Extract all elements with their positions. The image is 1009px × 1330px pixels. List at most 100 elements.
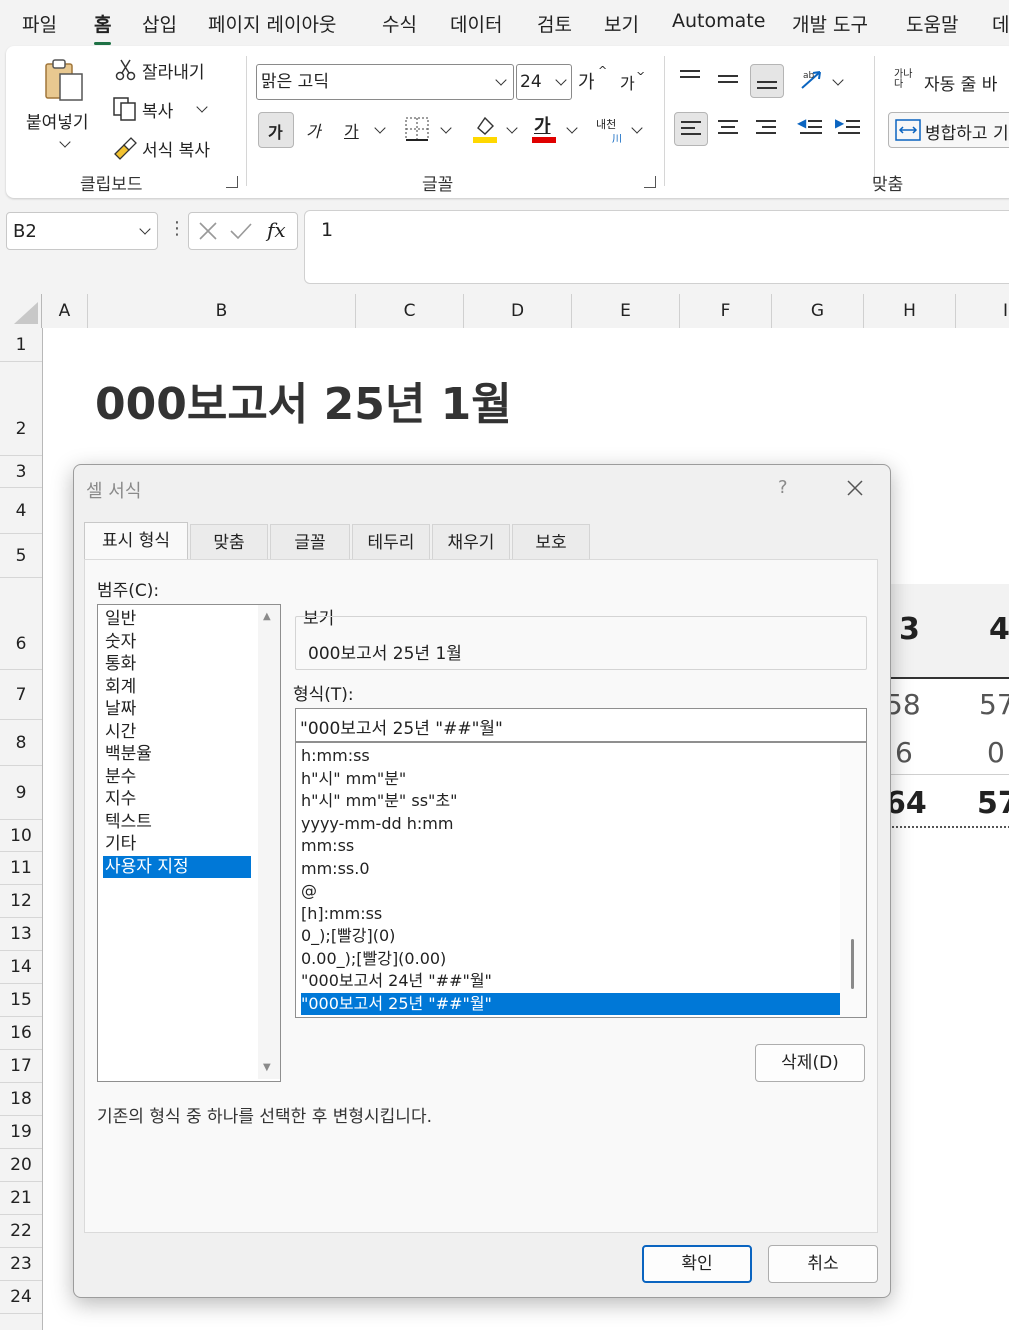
decrease-indent-button[interactable]: ◀ (794, 112, 826, 144)
format-item[interactable]: h:mm:ss (301, 745, 841, 768)
row-header[interactable]: 13 (0, 918, 42, 951)
row-header[interactable]: 2 (0, 362, 42, 456)
format-item[interactable]: h"시" mm"분" ss"초" (301, 790, 841, 813)
font-color-button[interactable]: 가 (532, 112, 558, 144)
category-custom[interactable]: 사용자 지정 (103, 855, 251, 878)
cell-h8[interactable]: 6 (895, 736, 913, 769)
row-header[interactable]: 9 (0, 766, 42, 820)
tab-file[interactable]: 파일 (22, 10, 57, 37)
insert-function-icon[interactable]: fx (267, 218, 286, 242)
fill-color-dropdown-icon[interactable] (506, 122, 518, 134)
format-item[interactable]: "000보고서 24년 "##"월" (301, 970, 841, 993)
column-header-g[interactable]: G (772, 294, 864, 328)
column-header-i[interactable]: I (956, 294, 1009, 328)
tab-formulas[interactable]: 수식 (382, 10, 417, 37)
column-header-f[interactable]: F (680, 294, 772, 328)
format-item[interactable]: yyyy-mm-dd h:mm (301, 813, 841, 836)
cell-h9[interactable]: 64 (885, 786, 927, 821)
row-header[interactable]: 21 (0, 1182, 42, 1215)
format-painter-icon[interactable] (112, 134, 138, 160)
category-general[interactable]: 일반 (103, 608, 251, 631)
wrap-text-button[interactable]: 자동 줄 바 (924, 70, 997, 95)
font-color-dropdown-icon[interactable] (566, 122, 578, 134)
help-button[interactable]: ? (778, 477, 788, 498)
category-accounting[interactable]: 회계 (103, 676, 251, 699)
row-header[interactable]: 20 (0, 1149, 42, 1182)
align-left-button[interactable] (674, 112, 708, 146)
cell-i6[interactable]: 4 (989, 612, 1009, 647)
underline-dropdown-icon[interactable] (374, 122, 386, 134)
font-size-select[interactable]: 24 (516, 64, 572, 100)
row-header[interactable]: 8 (0, 720, 42, 766)
cancel-entry-icon[interactable] (197, 220, 219, 242)
category-currency[interactable]: 통화 (103, 653, 251, 676)
tab-review[interactable]: 검토 (537, 10, 572, 37)
close-icon[interactable] (846, 479, 864, 497)
row-header[interactable]: 15 (0, 984, 42, 1017)
row-header[interactable]: 23 (0, 1248, 42, 1281)
row-header[interactable]: 12 (0, 885, 42, 918)
category-text[interactable]: 텍스트 (103, 811, 251, 834)
type-input[interactable]: "000보고서 25년 "##"월" (295, 708, 867, 742)
format-scrollbar[interactable] (840, 743, 866, 1017)
underline-button[interactable]: 가 (344, 118, 359, 142)
format-item[interactable]: 0.00_);[빨강](0.00) (301, 948, 841, 971)
category-time[interactable]: 시간 (103, 721, 251, 744)
paste-icon[interactable] (40, 56, 90, 106)
tab-font[interactable]: 글꼴 (270, 524, 350, 560)
tab-border[interactable]: 테두리 (352, 524, 430, 560)
row-header[interactable]: 6 (0, 578, 42, 670)
delete-button[interactable]: 삭제(D) (755, 1044, 865, 1082)
tab-alignment[interactable]: 맞춤 (190, 524, 268, 560)
row-header[interactable]: 4 (0, 488, 42, 534)
merge-center-button[interactable]: 병합하고 기 (888, 112, 1009, 148)
phonetic-dropdown-icon[interactable] (631, 122, 643, 134)
tab-protection[interactable]: 보호 (512, 524, 590, 560)
tab-overflow[interactable]: 데 (992, 10, 1009, 37)
tab-page-layout[interactable]: 페이지 레이아웃 (208, 10, 336, 37)
row-header[interactable]: 17 (0, 1050, 42, 1083)
tab-insert[interactable]: 삽입 (142, 10, 177, 37)
category-percentage[interactable]: 백분율 (103, 743, 251, 766)
italic-button[interactable]: 가 (306, 118, 321, 142)
format-list[interactable]: h:mm:ss h"시" mm"분" h"시" mm"분" ss"초" yyyy… (295, 742, 867, 1018)
row-header[interactable]: 11 (0, 852, 42, 885)
align-bottom-button[interactable] (750, 64, 784, 98)
row-header[interactable]: 1 (0, 328, 42, 362)
tab-home[interactable]: 홈 (94, 10, 112, 45)
align-middle-button[interactable] (712, 64, 744, 96)
format-item[interactable]: @ (301, 880, 841, 903)
column-header-d[interactable]: D (464, 294, 572, 328)
category-fraction[interactable]: 분수 (103, 766, 251, 789)
more-options-icon[interactable]: ⋮ (168, 218, 186, 239)
format-item-selected[interactable]: "000보고서 25년 "##"월" (301, 992, 841, 1015)
confirm-entry-icon[interactable] (229, 220, 253, 242)
align-right-button[interactable] (750, 112, 782, 144)
category-date[interactable]: 날짜 (103, 698, 251, 721)
format-item[interactable]: 0_);[빨강](0) (301, 925, 841, 948)
column-header-e[interactable]: E (572, 294, 680, 328)
column-header-a[interactable]: A (42, 294, 88, 328)
category-special[interactable]: 기타 (103, 833, 251, 856)
cancel-button[interactable]: 취소 (768, 1245, 878, 1283)
format-item[interactable]: h"시" mm"분" (301, 768, 841, 791)
cell-i9[interactable]: 57 (977, 786, 1009, 821)
paste-dropdown-icon[interactable] (59, 136, 71, 148)
align-top-button[interactable] (674, 64, 706, 96)
tab-help[interactable]: 도움말 (906, 10, 958, 37)
format-item[interactable]: mm:ss (301, 835, 841, 858)
report-title-cell[interactable]: 000보고서 25년 1월 (95, 368, 512, 432)
copy-button[interactable]: 복사 (142, 97, 173, 122)
row-header[interactable]: 14 (0, 951, 42, 984)
fill-color-icon[interactable] (472, 114, 498, 144)
tab-developer[interactable]: 개발 도구 (792, 10, 868, 37)
scroll-thumb[interactable] (851, 939, 854, 989)
name-box[interactable]: B2 (6, 212, 158, 250)
row-header[interactable]: 3 (0, 456, 42, 488)
column-header-h[interactable]: H (864, 294, 956, 328)
format-item[interactable]: [h]:mm:ss (301, 903, 841, 926)
row-header[interactable]: 22 (0, 1215, 42, 1248)
cell-i7[interactable]: 57 (979, 688, 1009, 721)
category-list[interactable]: 일반 숫자 통화 회계 날짜 시간 백분율 분수 지수 텍스트 기타 사용자 지… (97, 604, 281, 1082)
select-all-button[interactable] (0, 294, 42, 328)
